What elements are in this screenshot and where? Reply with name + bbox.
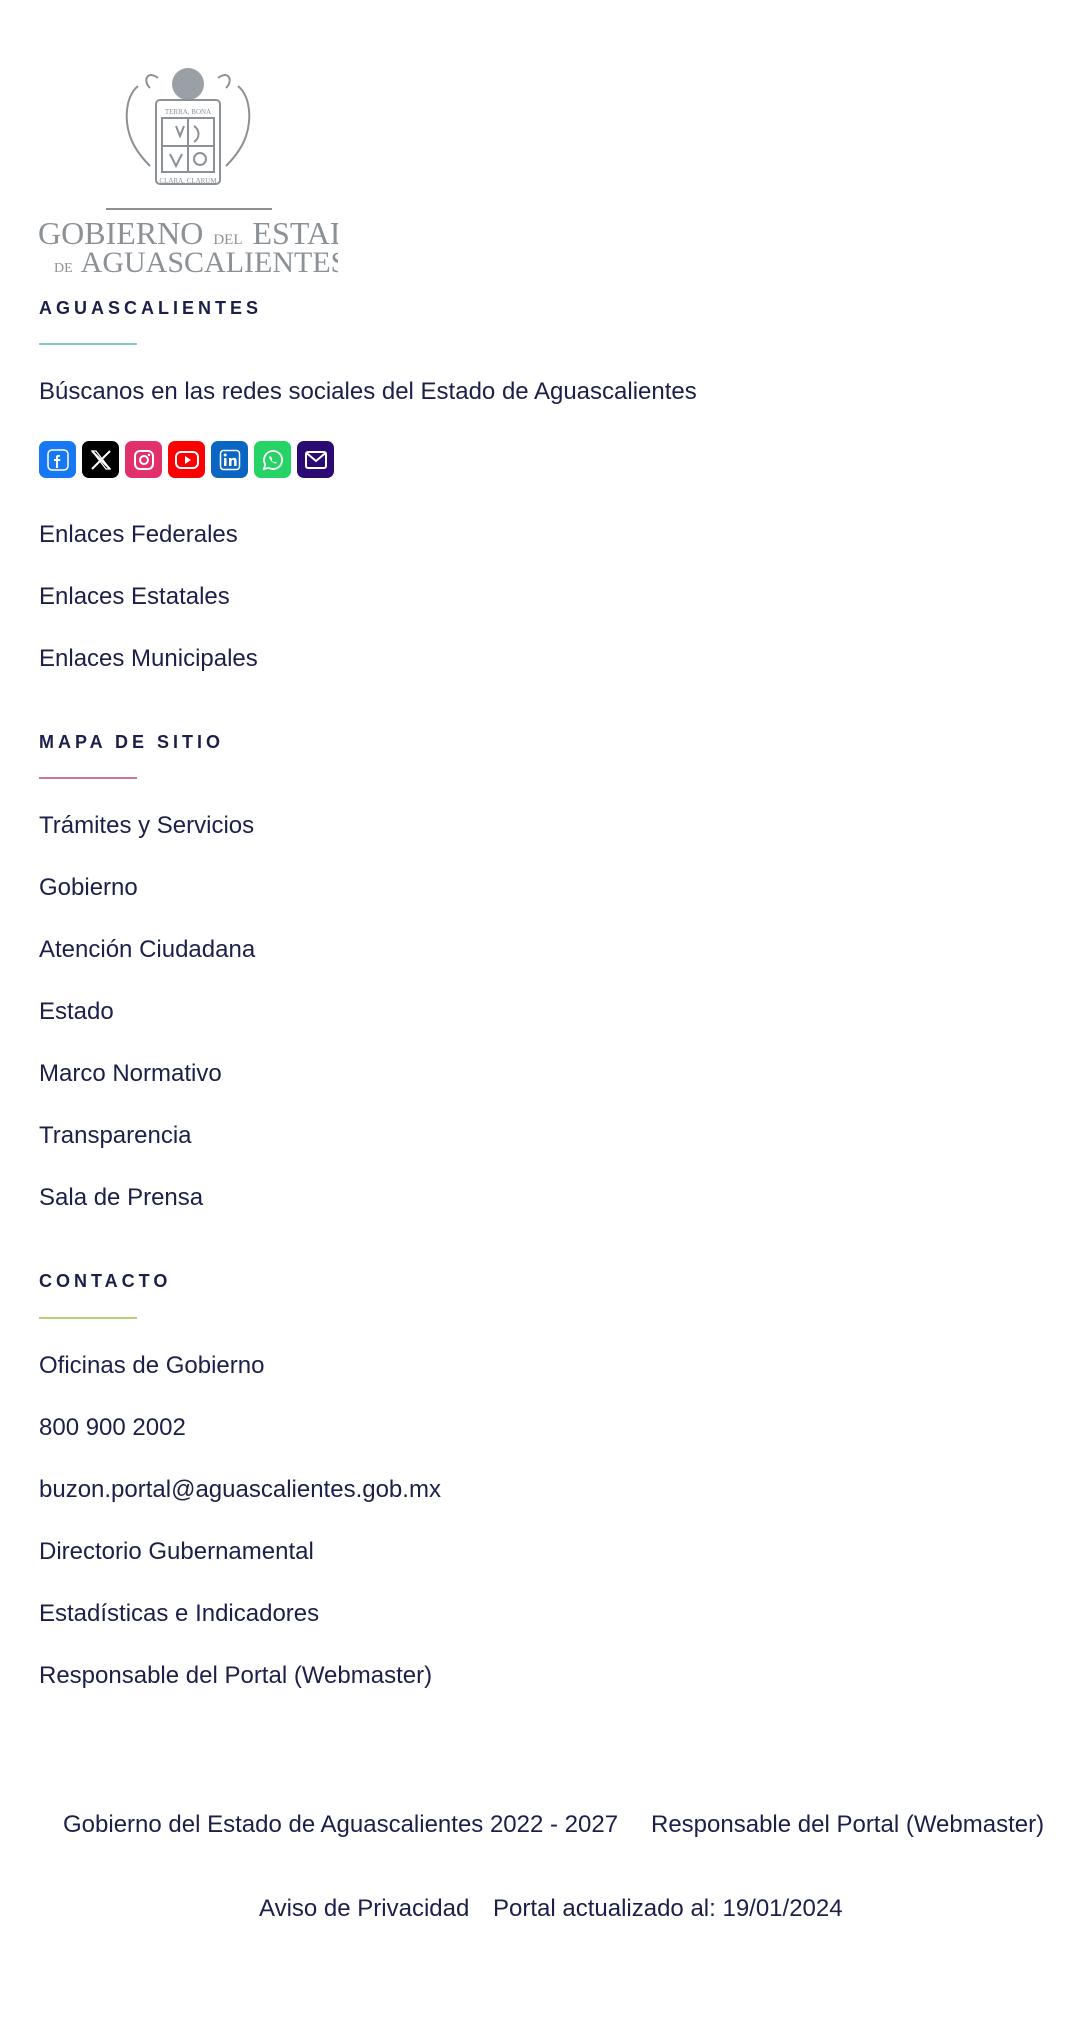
link-atencion-ciudadana[interactable]: Atención Ciudadana xyxy=(39,936,255,964)
footer-updated-date: Portal actualizado al: 19/01/2024 xyxy=(493,1895,843,1922)
link-sala-de-prensa[interactable]: Sala de Prensa xyxy=(39,1184,203,1212)
section-underline xyxy=(39,343,137,345)
link-responsable-portal[interactable]: Responsable del Portal (Webmaster) xyxy=(39,1662,432,1690)
section-title-contacto: CONTACTO xyxy=(39,1271,172,1291)
section-title-mapa-de-sitio: MAPA DE SITIO xyxy=(39,732,225,752)
section-underline xyxy=(39,777,137,779)
link-estado[interactable]: Estado xyxy=(39,998,114,1026)
social-links xyxy=(39,441,334,478)
link-oficinas-de-gobierno[interactable]: Oficinas de Gobierno xyxy=(39,1352,264,1380)
linkedin-icon[interactable] xyxy=(211,441,248,478)
link-directorio-gubernamental[interactable]: Directorio Gubernamental xyxy=(39,1538,314,1566)
link-estadisticas-indicadores[interactable]: Estadísticas e Indicadores xyxy=(39,1600,319,1628)
link-gobierno[interactable]: Gobierno xyxy=(39,874,138,902)
footer-webmaster-link[interactable]: Responsable del Portal (Webmaster) xyxy=(651,1811,1044,1839)
whatsapp-icon[interactable] xyxy=(254,441,291,478)
section-underline xyxy=(39,1317,137,1319)
link-marco-normativo[interactable]: Marco Normativo xyxy=(39,1060,222,1088)
seal-top-text: TERRA, BONA xyxy=(165,108,211,116)
link-transparencia[interactable]: Transparencia xyxy=(39,1122,192,1150)
link-phone-number[interactable]: 800 900 2002 xyxy=(39,1414,186,1442)
instagram-icon[interactable] xyxy=(125,441,162,478)
link-enlaces-municipales[interactable]: Enlaces Municipales xyxy=(39,645,258,673)
facebook-icon[interactable] xyxy=(39,441,76,478)
link-tramites-servicios[interactable]: Trámites y Servicios xyxy=(39,812,254,840)
coat-of-arms-icon xyxy=(125,68,251,185)
link-enlaces-federales[interactable]: Enlaces Federales xyxy=(39,521,238,549)
social-description: Búscanos en las redes sociales del Estad… xyxy=(39,378,697,405)
youtube-icon[interactable] xyxy=(168,441,205,478)
footer-privacy-link[interactable]: Aviso de Privacidad xyxy=(259,1895,469,1923)
svg-text:DE AGUASCALIENTES: DE AGUASCALIENTES xyxy=(54,246,338,278)
link-enlaces-estatales[interactable]: Enlaces Estatales xyxy=(39,583,230,611)
x-icon[interactable] xyxy=(82,441,119,478)
section-title-aguascalientes: AGUASCALIENTES xyxy=(39,298,263,318)
link-email[interactable]: buzon.portal@aguascalientes.gob.mx xyxy=(39,1476,441,1504)
government-logo[interactable]: TERRA, BONA CLARA, CLARUM GOBIERNO DEL E… xyxy=(38,66,338,278)
footer-copyright: Gobierno del Estado de Aguascalientes 20… xyxy=(63,1811,619,1838)
seal-bottom-text: CLARA, CLARUM xyxy=(159,177,217,185)
email-icon[interactable] xyxy=(297,441,334,478)
